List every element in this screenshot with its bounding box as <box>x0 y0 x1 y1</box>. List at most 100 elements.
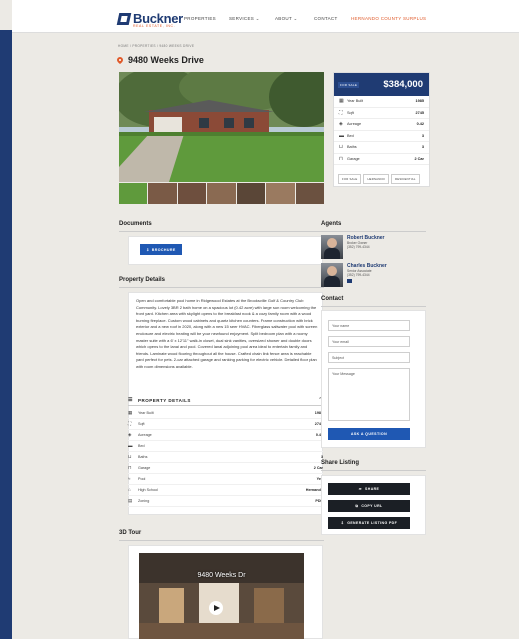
detail-label: Year Built <box>138 410 154 415</box>
logo-mark-icon <box>116 12 132 25</box>
tour-preview-image <box>139 553 304 639</box>
share-heading: Share Listing <box>321 460 360 466</box>
brand-logo[interactable]: Buckner REAL ESTATE, INC. <box>116 11 183 28</box>
documents-heading: Documents <box>119 221 152 227</box>
detail-label: Pool <box>138 476 146 481</box>
divider <box>119 231 324 232</box>
breadcrumb: HOME / PROPERTIES / 9480 WEEKS DRIVE <box>118 44 195 48</box>
message-field[interactable]: Your Message <box>328 368 410 421</box>
stat-row: ▦ Year Built 1985 <box>334 96 429 108</box>
acreage-icon: ◈ <box>128 431 132 437</box>
agents-heading: Agents <box>321 221 342 227</box>
divider <box>321 306 426 307</box>
copy-url-label: COPY URL <box>361 504 383 508</box>
play-icon[interactable] <box>209 601 223 615</box>
tag-hernando[interactable]: HERNANDO <box>363 174 390 184</box>
page-title-row: 9480 Weeks Drive <box>117 55 204 65</box>
property-details-table-header[interactable]: ☰ PROPERTY DETAILS ⌃ <box>128 395 323 405</box>
listing-price: $384,000 <box>383 79 423 90</box>
nav-hernando-surplus[interactable]: HERNANDO COUNTY SURPLUS <box>351 16 426 21</box>
thumbnail-6[interactable] <box>266 183 295 204</box>
main-property-photo[interactable] <box>119 72 324 182</box>
detail-row: ⛶ Sqft 2745 <box>128 419 323 430</box>
nav-services[interactable]: SERVICES ⌄ <box>229 16 260 22</box>
tour-overlay-title: 9480 Weeks Dr <box>197 572 246 579</box>
bed-icon: ▬ <box>128 443 133 449</box>
tour-heading: 3D Tour <box>119 530 142 536</box>
agent-card[interactable]: Robert Buckner Broker Owner (352) 799-43… <box>321 235 385 259</box>
nav-properties[interactable]: PROPERTIES <box>184 16 216 21</box>
bed-icon: ▬ <box>339 132 344 139</box>
thumbnail-4[interactable] <box>207 183 236 204</box>
ask-question-button[interactable]: ASK A QUESTION <box>328 428 410 440</box>
detail-row: ◈ Acreage 0.42 <box>128 430 323 441</box>
page-title: 9480 Weeks Drive <box>128 55 204 65</box>
subject-field[interactable]: Subject <box>328 352 410 363</box>
name-field[interactable]: Your name <box>328 320 410 331</box>
bath-icon: ⊔ <box>128 453 132 459</box>
nav-about[interactable]: ABOUT ⌄ <box>275 16 298 22</box>
detail-label: Bed <box>138 443 145 448</box>
site-header: Buckner REAL ESTATE, INC. PROPERTIES SER… <box>12 0 519 33</box>
agent-phone[interactable]: (352) 799-4344 <box>347 245 385 249</box>
property-description: Open and comfortable pool home in Ridgew… <box>136 298 318 369</box>
brochure-button[interactable]: ⇩ BROCHURE <box>140 244 182 255</box>
thumbnail-5[interactable] <box>236 183 266 204</box>
share-icon: ➦ <box>358 487 363 491</box>
garage-icon: ⊓ <box>339 155 343 162</box>
calendar-icon: ▦ <box>339 98 344 105</box>
divider <box>119 287 324 288</box>
generate-pdf-button[interactable]: ⇩ GENERATE LISTING PDF <box>328 517 410 529</box>
detail-label: Acreage <box>138 432 152 437</box>
garage-icon: ⊓ <box>128 464 132 470</box>
email-field[interactable]: Your email <box>328 336 410 347</box>
detail-row: ≈ Pool Yes <box>128 474 323 485</box>
detail-row: ▦ Year Built 1985 <box>128 408 323 419</box>
tag-residential[interactable]: RESIDENTIAL <box>391 174 420 184</box>
stat-label: Sqft <box>347 110 354 115</box>
thumbnail-7[interactable] <box>295 183 324 204</box>
virtual-tour-viewer[interactable]: 9480 Weeks Dr <box>139 553 304 639</box>
detail-row: ▬Bed3 <box>128 441 323 452</box>
copy-url-button[interactable]: ⧉ COPY URL <box>328 500 410 512</box>
divider <box>128 405 323 406</box>
divider <box>119 540 324 541</box>
stat-row: ▬ Bed 3 <box>334 131 429 142</box>
stat-value: 2745 <box>415 110 424 115</box>
thumbnail-3[interactable] <box>177 183 207 204</box>
download-icon: ⇩ <box>340 521 345 525</box>
agent-card[interactable]: Charles Buckner Senior Associate (352) 7… <box>321 263 387 287</box>
email-icon[interactable] <box>347 279 352 283</box>
stat-value: 0.42 <box>416 122 424 127</box>
listing-tags: FOR SALE HERNANDO RESIDENTIAL <box>333 172 430 186</box>
stat-value: 2 Car <box>414 156 425 161</box>
status-badge: FOR SALE <box>338 82 360 88</box>
stat-row: ⊓ Garage 2 Car <box>334 154 429 165</box>
divider <box>321 231 426 232</box>
nav-contact[interactable]: CONTACT <box>314 16 338 21</box>
left-edge-bar <box>0 30 12 639</box>
zoning-icon: ▤ <box>128 497 133 503</box>
agent-phone[interactable]: (352) 799-4344 <box>347 273 387 277</box>
pool-icon: ≈ <box>128 476 131 482</box>
tag-for-sale[interactable]: FOR SALE <box>338 174 362 184</box>
thumbnail-2[interactable] <box>148 183 177 204</box>
stat-label: Garage <box>347 156 360 161</box>
stat-value: 3 <box>421 133 424 138</box>
agent-photo <box>321 263 343 287</box>
thumbnail-1[interactable] <box>119 183 148 204</box>
sqft-icon: ⛶ <box>128 421 132 427</box>
share-button[interactable]: ➦ SHARE <box>328 483 410 495</box>
download-icon: ⇩ <box>146 247 150 252</box>
stat-row: ⊔ Baths 3 <box>334 142 429 154</box>
list-icon: ☰ <box>128 397 133 403</box>
stat-row: ⛶ Sqft 2745 <box>334 108 429 119</box>
property-details-table-title: PROPERTY DETAILS <box>138 397 191 403</box>
agent-photo <box>321 235 343 259</box>
detail-label: Garage <box>138 465 151 470</box>
stat-label: Year Built <box>347 99 364 104</box>
bath-icon: ⊔ <box>339 144 343 151</box>
detail-row: ⌂ High School Hernando <box>128 485 323 496</box>
stat-label: Acreage <box>347 122 362 127</box>
acreage-icon: ◈ <box>339 121 343 128</box>
